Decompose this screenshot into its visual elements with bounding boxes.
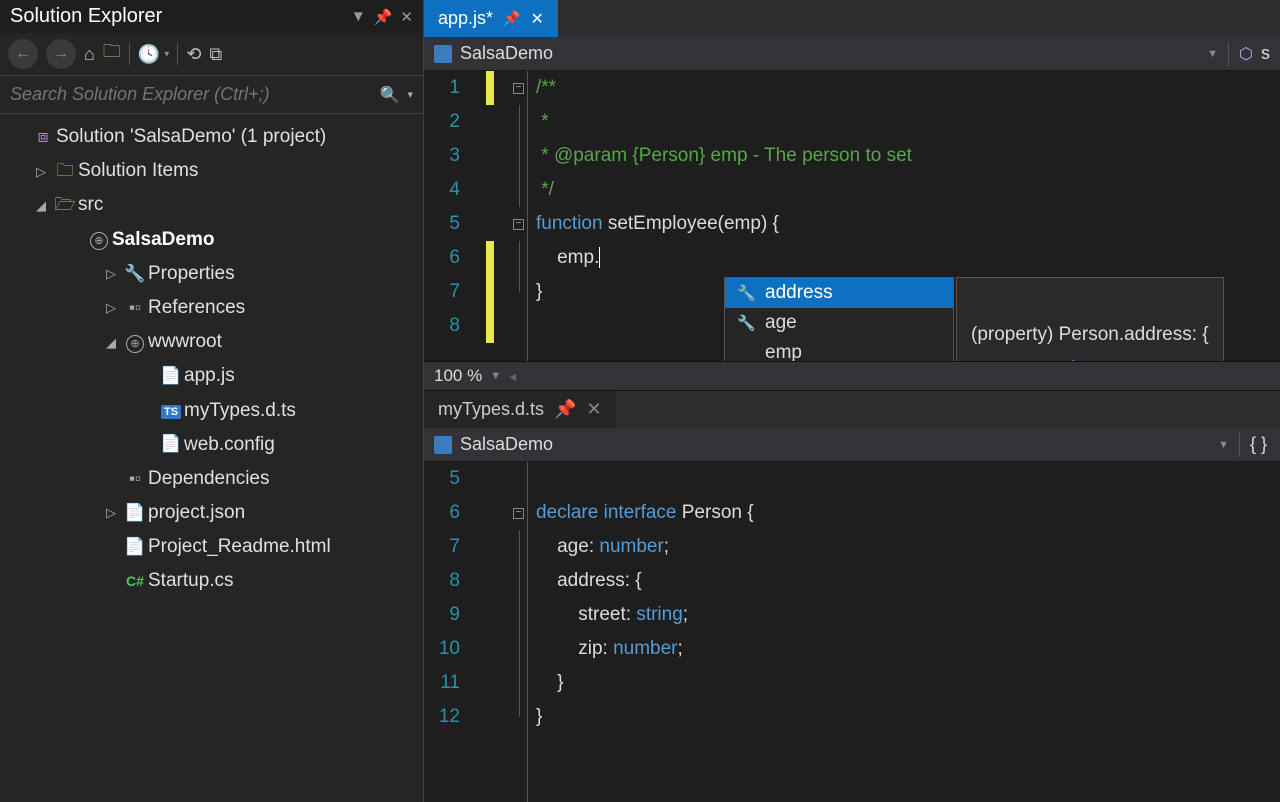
tab-label: myTypes.d.ts (438, 399, 544, 420)
completion-label: address (765, 282, 833, 304)
line-number-gutter: 12345678 (424, 71, 486, 361)
close-icon[interactable]: ✕ (530, 9, 543, 29)
zoom-bar: 100 % ▼ ◂ (424, 361, 1280, 390)
project-icon (434, 436, 452, 454)
tree-label: src (78, 188, 103, 222)
editor-tab-bar-2: myTypes.d.ts 📌 ✕ (424, 390, 1280, 428)
nav-scope-dropdown[interactable]: { } (1240, 428, 1280, 461)
tree-node-projectjson[interactable]: ▷📄project.json (2, 496, 421, 530)
tree-node-mytypes[interactable]: TSmyTypes.d.ts (2, 394, 421, 428)
nav-project-label: SalsaDemo (460, 434, 553, 455)
outline-column[interactable]: − (510, 462, 528, 802)
solution-tree: ⧈Solution 'SalsaDemo' (1 project) ▷🗀Solu… (0, 114, 423, 605)
code-editor-appjs[interactable]: 12345678 −− /** * * @param {Person} emp … (424, 71, 1280, 361)
tree-node-startup[interactable]: C#Startup.cs (2, 564, 421, 598)
editor-tab-bar: app.js* 📌 ✕ (424, 0, 1280, 37)
tree-node-webconfig[interactable]: 📄web.config (2, 428, 421, 462)
navigation-bar-2: SalsaDemo ▼ { } (424, 428, 1280, 462)
tree-label: References (148, 291, 245, 325)
tree-node-appjs[interactable]: 📄app.js (2, 359, 421, 393)
property-icon: 🔧 (737, 314, 755, 332)
forward-icon[interactable]: → (46, 39, 76, 69)
line-number-gutter: 56789101112 (424, 462, 486, 802)
separator (177, 43, 178, 65)
signature-tooltip: (property) Person.address: { street: str… (956, 277, 1224, 361)
zoom-level[interactable]: 100 % (434, 366, 482, 386)
code-content[interactable]: declare interface Person { age: number; … (528, 462, 1280, 802)
separator (129, 43, 130, 65)
outline-column[interactable]: −− (510, 71, 528, 361)
tree-label: Project_Readme.html (148, 530, 331, 564)
tree-node-solution[interactable]: ⧈Solution 'SalsaDemo' (1 project) (2, 120, 421, 154)
tab-mytypes[interactable]: myTypes.d.ts 📌 ✕ (424, 391, 616, 428)
cube-icon: ⬡ (1239, 44, 1253, 64)
pending-changes-icon[interactable]: 🕓 (138, 44, 160, 65)
intellisense-popup[interactable]: 🔧address 🔧age emp setEmployee (724, 277, 954, 361)
tree-node-properties[interactable]: ▷🔧Properties (2, 257, 421, 291)
nav-project-dropdown[interactable]: SalsaDemo ▼ (424, 428, 1239, 461)
back-icon[interactable]: ← (8, 39, 38, 69)
tree-node-dependencies[interactable]: ▪▫Dependencies (2, 462, 421, 496)
tree-node-references[interactable]: ▷▪▫References (2, 291, 421, 325)
tree-node-wwwroot[interactable]: ◢⊕wwwroot (2, 325, 421, 359)
tree-node-solution-items[interactable]: ▷🗀Solution Items (2, 154, 421, 188)
project-icon (434, 45, 452, 63)
collapse-all-icon[interactable]: ⧉ (209, 44, 222, 65)
tree-label: SalsaDemo (112, 223, 214, 257)
chevron-down-icon: ▼ (1207, 48, 1218, 60)
tree-label: myTypes.d.ts (184, 394, 296, 428)
tree-label: Dependencies (148, 462, 269, 496)
tab-appjs[interactable]: app.js* 📌 ✕ (424, 0, 558, 37)
sync-folder-icon[interactable]: 🗀 (103, 39, 121, 69)
scroll-left-icon[interactable]: ◂ (509, 368, 516, 385)
nav-project-dropdown[interactable]: SalsaDemo ▼ (424, 37, 1228, 70)
code-editor-mytypes[interactable]: 56789101112 − declare interface Person {… (424, 462, 1280, 802)
braces-icon: { } (1250, 434, 1267, 455)
tree-node-readme[interactable]: 📄Project_Readme.html (2, 530, 421, 564)
change-marks (486, 462, 510, 802)
tree-label: project.json (148, 496, 245, 530)
tree-label: app.js (184, 359, 235, 393)
tree-label: wwwroot (148, 325, 222, 359)
window-options-icon[interactable]: ▼ (351, 8, 366, 25)
zoom-dropdown-icon[interactable]: ▼ (490, 370, 501, 382)
tree-label: Solution 'SalsaDemo' (1 project) (56, 120, 326, 154)
close-icon[interactable]: ✕ (400, 8, 413, 26)
change-marks (486, 71, 510, 361)
home-icon[interactable]: ⌂ (84, 44, 95, 65)
solution-explorer: Solution Explorer ▼ 📌 ✕ ← → ⌂ 🗀 🕓▾ ⟲ ⧉ 🔍… (0, 0, 424, 802)
solution-explorer-header: Solution Explorer ▼ 📌 ✕ (0, 0, 423, 33)
completion-label: age (765, 312, 797, 334)
search-input[interactable] (6, 80, 376, 109)
editor-area: app.js* 📌 ✕ SalsaDemo ▼ ⬡ s 12345678 −− … (424, 0, 1280, 802)
nav-member-dropdown[interactable]: ⬡ s (1229, 37, 1280, 70)
search-dropdown-icon[interactable]: ▾ (403, 88, 417, 101)
search-icon[interactable]: 🔍 (376, 85, 404, 105)
tree-label: Startup.cs (148, 564, 234, 598)
completion-item[interactable]: 🔧 age (725, 308, 953, 338)
refresh-icon[interactable]: ⟲ (186, 44, 201, 65)
navigation-bar: SalsaDemo ▼ ⬡ s (424, 37, 1280, 71)
solution-explorer-toolbar: ← → ⌂ 🗀 🕓▾ ⟲ ⧉ (0, 33, 423, 76)
tree-node-project[interactable]: ⊕SalsaDemo (2, 223, 421, 257)
tree-node-src[interactable]: ◢🗁src (2, 188, 421, 222)
tree-label: web.config (184, 428, 275, 462)
pin-icon[interactable]: 📌 (503, 10, 520, 27)
tree-label: Properties (148, 257, 235, 291)
completion-item[interactable]: 🔧 address (725, 278, 953, 308)
tab-label: app.js* (438, 8, 493, 29)
property-icon: 🔧 (737, 284, 755, 302)
chevron-down-icon: ▼ (1218, 439, 1229, 451)
nav-project-label: SalsaDemo (460, 43, 553, 64)
pin-icon[interactable]: 📌 (554, 399, 576, 420)
solution-explorer-title: Solution Explorer (10, 5, 351, 28)
close-icon[interactable]: ✕ (586, 399, 601, 420)
solution-explorer-search: 🔍 ▾ (0, 76, 423, 114)
tree-label: Solution Items (78, 154, 198, 188)
completion-item[interactable]: emp (725, 338, 953, 361)
completion-label: emp (765, 342, 802, 361)
pin-icon[interactable]: 📌 (374, 8, 393, 26)
